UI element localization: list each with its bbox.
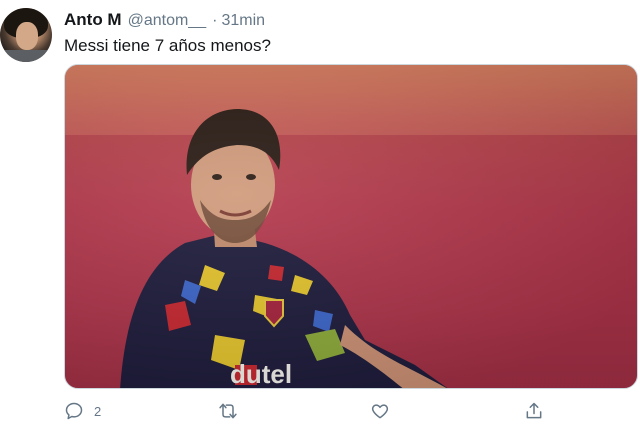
avatar[interactable] — [0, 8, 52, 62]
separator-dot: · — [212, 12, 218, 29]
tweet[interactable]: Anto M @antom__ · 31min Messi tiene 7 añ… — [0, 0, 640, 427]
avatar-shirt — [0, 50, 52, 62]
tweet-header: Anto M @antom__ · 31min — [64, 10, 265, 32]
tweet-time[interactable]: 31min — [221, 12, 265, 30]
reply-count: 2 — [94, 403, 102, 419]
reply-button[interactable]: 2 — [64, 398, 101, 424]
retweet-icon — [219, 403, 237, 419]
share-button[interactable] — [524, 398, 544, 424]
like-button[interactable] — [370, 398, 390, 424]
tweet-actions: 2 — [64, 398, 584, 424]
like-icon — [371, 404, 389, 419]
retweet-button[interactable] — [218, 398, 238, 424]
photo-tint — [65, 65, 637, 388]
reply-icon — [65, 402, 83, 420]
tweet-text: Messi tiene 7 años menos? — [64, 36, 271, 55]
tweet-media-photo[interactable]: dutel — [64, 64, 638, 389]
author-handle[interactable]: @antom__ — [128, 12, 207, 30]
share-icon — [526, 402, 542, 419]
avatar-face — [16, 22, 38, 50]
author-name[interactable]: Anto M — [64, 10, 122, 30]
